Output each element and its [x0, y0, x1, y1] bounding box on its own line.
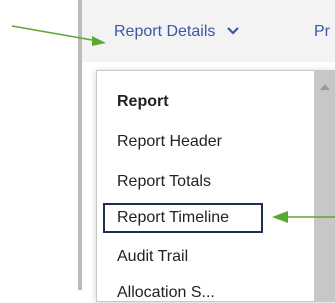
dropdown-scrollbar[interactable] — [314, 71, 335, 301]
menu-item-report-totals[interactable]: Report Totals — [117, 172, 211, 192]
report-details-label: Report Details — [114, 23, 216, 41]
menu-item-allocation[interactable]: Allocation S... — [117, 283, 215, 303]
menu-item-report-header[interactable]: Report Header — [117, 132, 222, 152]
chevron-down-icon — [226, 22, 240, 42]
menu-item-audit-trail[interactable]: Audit Trail — [117, 247, 188, 267]
scroll-up-icon[interactable] — [320, 77, 330, 95]
report-details-menu[interactable]: Report Details — [114, 22, 274, 42]
next-nav-item[interactable]: Pr — [314, 22, 330, 42]
menu-header-report: Report — [117, 93, 169, 110]
menu-item-report-timeline[interactable]: Report Timeline — [117, 208, 229, 228]
